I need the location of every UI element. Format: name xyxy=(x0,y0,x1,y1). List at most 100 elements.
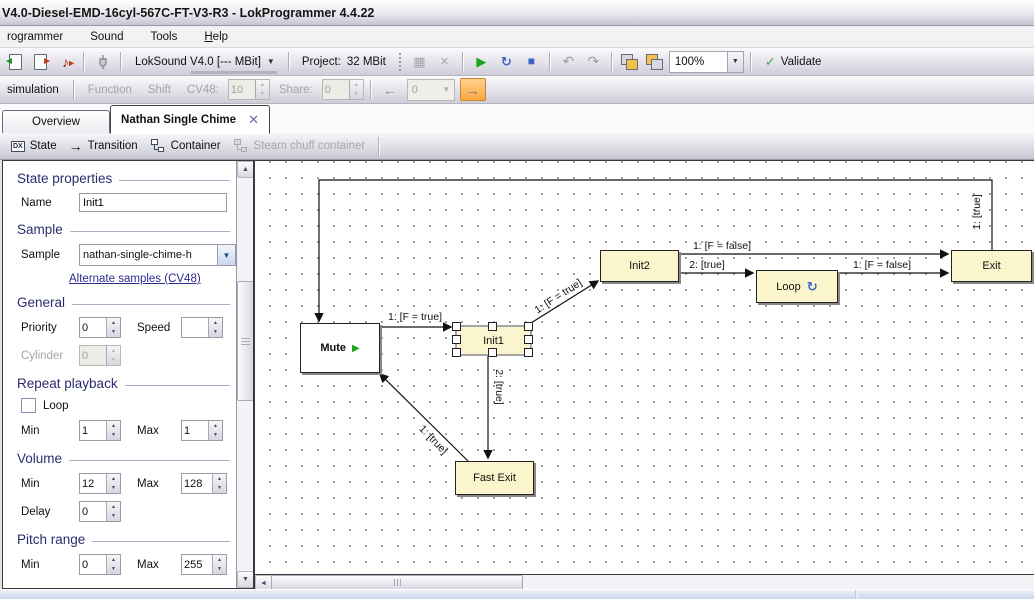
menu-help[interactable]: Help xyxy=(195,29,237,45)
scroll-up-icon[interactable]: ▲ xyxy=(237,161,254,178)
volume-max-value[interactable] xyxy=(182,474,212,493)
state-node-loop[interactable]: Loop↻ xyxy=(756,270,838,303)
cylinder-label: Cylinder xyxy=(21,350,79,362)
priority-value[interactable] xyxy=(80,318,106,337)
state-node-exit[interactable]: Exit xyxy=(951,250,1032,282)
spin-up-icon[interactable]: ▲ xyxy=(209,318,222,328)
transition-edge[interactable] xyxy=(380,374,468,461)
priority-spinner[interactable]: ▲▼ xyxy=(79,317,121,338)
state-name-input[interactable] xyxy=(79,193,227,212)
spin-up-icon[interactable]: ▲ xyxy=(107,318,120,328)
volume-max-label: Max xyxy=(137,478,181,490)
selection-handle[interactable] xyxy=(452,335,461,344)
spin-down-icon[interactable]: ▼ xyxy=(107,512,120,522)
pitch-max-value[interactable] xyxy=(182,555,212,574)
main-toolbar: ◄ ► ♪► LokSound V4.0 [--- MBit] ▼ Projec… xyxy=(0,48,1034,76)
repeat-max-value[interactable] xyxy=(182,421,208,440)
validate-button[interactable]: ✓ Validate xyxy=(758,54,829,70)
bring-to-front-icon[interactable] xyxy=(619,51,642,72)
menu-tools[interactable]: Tools xyxy=(142,29,187,45)
spin-up-icon[interactable]: ▲ xyxy=(107,555,120,565)
speed-value[interactable] xyxy=(182,318,208,337)
scrollbar-thumb[interactable] xyxy=(237,281,254,401)
tab-nathan-single-chime[interactable]: Nathan Single Chime ✕ xyxy=(110,105,270,134)
spin-up-icon[interactable]: ▲ xyxy=(213,474,226,484)
selection-handle[interactable] xyxy=(524,335,533,344)
add-transition-tool[interactable]: → Transition xyxy=(66,138,141,154)
chevron-down-icon: ▼ xyxy=(439,85,454,94)
volume-min-spinner[interactable]: ▲▼ xyxy=(79,473,121,494)
volume-min-value[interactable] xyxy=(80,474,106,493)
pitch-max-spinner[interactable]: ▲▼ xyxy=(181,554,227,575)
selection-handle[interactable] xyxy=(488,322,497,331)
spin-down-icon[interactable]: ▼ xyxy=(213,484,226,494)
read-from-decoder-icon[interactable]: ◄ xyxy=(4,51,27,72)
write-to-decoder-icon[interactable]: ► xyxy=(29,51,52,72)
delay-spinner[interactable]: ▲▼ xyxy=(79,501,121,522)
repeat-min-spinner[interactable]: ▲▼ xyxy=(79,420,121,441)
spin-down-icon[interactable]: ▼ xyxy=(107,484,120,494)
speed-spinner[interactable]: ▲▼ xyxy=(181,317,223,338)
redo-icon[interactable]: ↷ xyxy=(582,51,605,72)
cylinder-value xyxy=(80,346,106,365)
menu-programmer[interactable]: rogrammer xyxy=(0,29,72,45)
loop-checkbox[interactable] xyxy=(21,398,36,413)
step-forward-button[interactable]: → xyxy=(460,78,486,101)
decoder-type-dropdown[interactable]: LokSound V4.0 [--- MBit] ▼ xyxy=(128,51,282,73)
scroll-down-icon[interactable]: ▼ xyxy=(237,571,254,588)
loop-playback-icon[interactable]: ↻ xyxy=(495,51,518,72)
state-diagram-canvas[interactable]: 1: [true]1: [F = true]1: [F = true]1: [F… xyxy=(255,161,1034,574)
selection-handle[interactable] xyxy=(452,348,461,357)
menu-sound[interactable]: Sound xyxy=(81,29,132,45)
add-container-tool[interactable]: Container xyxy=(147,136,224,156)
repeat-max-spinner[interactable]: ▲▼ xyxy=(181,420,223,441)
selection-handle[interactable] xyxy=(524,322,533,331)
spin-up-icon[interactable]: ▲ xyxy=(213,555,226,565)
pitch-min-spinner[interactable]: ▲▼ xyxy=(79,554,121,575)
close-tab-icon[interactable]: ✕ xyxy=(248,112,259,128)
state-node-init1[interactable]: Init1 xyxy=(455,325,532,356)
repeat-min-value[interactable] xyxy=(80,421,106,440)
selection-handle[interactable] xyxy=(524,348,533,357)
step-select-combobox: 0 ▼ xyxy=(407,79,455,101)
spin-down-icon[interactable]: ▼ xyxy=(107,328,120,338)
add-state-tool[interactable]: DX State xyxy=(8,138,60,154)
send-to-back-icon[interactable] xyxy=(644,51,667,72)
programmer-connection-icon[interactable] xyxy=(91,51,114,72)
state-node-mute[interactable]: Mute▶ xyxy=(300,323,380,373)
title-bar[interactable]: V4.0-Diesel-EMD-16cyl-567C-FT-V3-R3 - Lo… xyxy=(0,0,1034,26)
write-sound-icon[interactable]: ♪► xyxy=(54,51,77,72)
selection-handle[interactable] xyxy=(452,322,461,331)
chevron-down-icon[interactable]: ▼ xyxy=(217,245,235,265)
spin-down-icon[interactable]: ▼ xyxy=(209,328,222,338)
zoom-combobox[interactable]: 100% ▼ xyxy=(669,51,744,73)
stop-icon[interactable]: ■ xyxy=(520,51,543,72)
alternate-samples-link[interactable]: Alternate samples (CV48) xyxy=(69,273,201,285)
selection-handle[interactable] xyxy=(488,348,497,357)
spin-up-icon[interactable]: ▲ xyxy=(107,502,120,512)
steam-chuff-container-icon xyxy=(233,138,249,154)
scrollbar-thumb[interactable] xyxy=(271,575,523,590)
undo-icon[interactable]: ↶ xyxy=(557,51,580,72)
toolbar-grip[interactable] xyxy=(397,53,403,71)
state-node-init2[interactable]: Init2 xyxy=(600,250,679,282)
volume-max-spinner[interactable]: ▲▼ xyxy=(181,473,227,494)
tab-overview[interactable]: Overview xyxy=(2,110,110,133)
spin-down-icon[interactable]: ▼ xyxy=(107,431,120,441)
spin-down-icon[interactable]: ▼ xyxy=(209,431,222,441)
spin-down-icon[interactable]: ▼ xyxy=(213,565,226,575)
play-icon: ▶ xyxy=(352,343,360,354)
pitch-min-value[interactable] xyxy=(80,555,106,574)
step-back-button[interactable]: ← xyxy=(378,79,402,100)
delay-value[interactable] xyxy=(80,502,106,521)
state-node-fast-exit[interactable]: Fast Exit xyxy=(455,461,534,495)
spin-up-icon[interactable]: ▲ xyxy=(209,421,222,431)
play-simulation-icon[interactable]: ▶ xyxy=(470,51,493,72)
chevron-down-icon[interactable]: ▼ xyxy=(727,52,743,72)
sample-combobox[interactable]: nathan-single-chime-h ▼ xyxy=(79,244,236,266)
spin-up-icon[interactable]: ▲ xyxy=(107,474,120,484)
spin-up-icon[interactable]: ▲ xyxy=(107,421,120,431)
spin-down-icon[interactable]: ▼ xyxy=(107,565,120,575)
name-label: Name xyxy=(21,197,79,209)
panel-vertical-scrollbar[interactable]: ▲ ▼ xyxy=(236,161,253,588)
